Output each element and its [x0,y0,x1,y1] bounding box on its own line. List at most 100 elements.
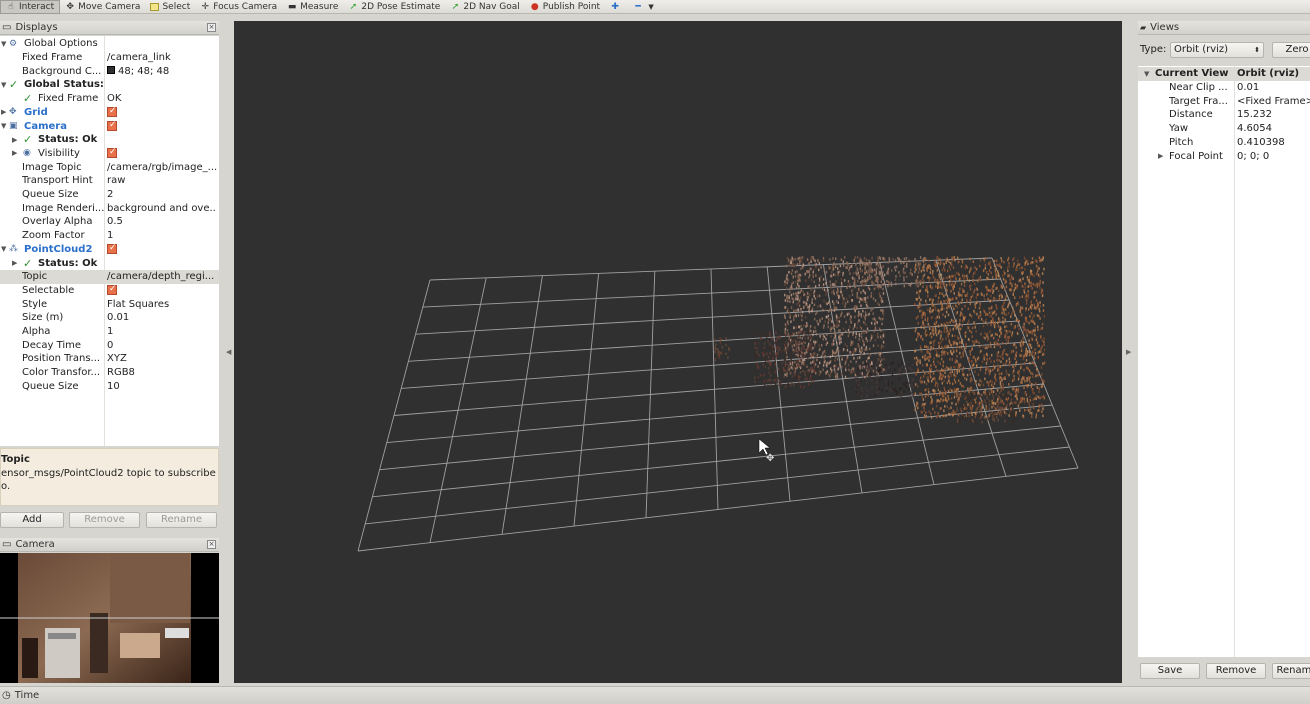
display-row-value[interactable]: 1 [107,230,217,241]
view-row-value[interactable]: 4.6054 [1237,123,1310,134]
view-row[interactable]: Yaw 4.6054 [1138,122,1310,136]
remove-view-button[interactable]: Remove [1206,663,1266,679]
display-row[interactable]: ▼ ▣ Camera [0,119,219,133]
display-row[interactable]: Image Topic/camera/rgb/image_... [0,160,219,174]
display-row[interactable]: Color Transfor... RGB8 [0,366,219,380]
display-row[interactable]: Overlay Alpha 0.5 [0,215,219,229]
view-row-value[interactable]: 0.410398 [1237,137,1310,148]
chevron-right-icon[interactable]: ▶ [12,259,17,267]
view-row[interactable]: ▶ Focal Point 0; 0; 0 [1138,149,1310,163]
display-row-value[interactable]: XYZ [107,353,217,364]
collapse-right-icon[interactable]: ▶ [1126,348,1131,356]
display-row[interactable]: Queue Size 10 [0,380,219,394]
enabled-checkbox[interactable] [107,106,117,117]
move-camera-tool[interactable]: ✥ Move Camera [60,0,145,14]
focus-camera-tool[interactable]: ✛ Focus Camera [195,0,282,14]
display-row-value[interactable]: /camera_link [107,52,217,63]
point-cloud-scene: ✥ [357,256,1079,552]
measure-tool[interactable]: ▬ Measure [282,0,343,14]
remove-tool-button[interactable]: ━ ▼ [628,0,664,14]
display-row[interactable]: Style Flat Squares [0,297,219,311]
publish-point-tool[interactable]: ● Publish Point [525,0,605,14]
display-row-value[interactable] [107,283,217,298]
display-row-value[interactable]: /camera/depth_regi... [107,271,217,282]
display-row[interactable]: ▶ ◉ Visibility [0,147,219,161]
display-row[interactable]: Size (m) 0.01 [0,311,219,325]
select-tool[interactable]: Select [145,0,195,14]
display-row-value[interactable] [107,146,217,161]
chevron-down-icon[interactable]: ▼ [1,245,6,253]
display-row[interactable]: ▶ ✥ Grid [0,106,219,120]
chevron-right-icon[interactable]: ▶ [12,136,17,144]
display-row[interactable]: ▼ ⚙ Global Options [0,37,219,51]
display-row-value[interactable]: /camera/rgb/image_... [107,162,217,173]
view-row-value[interactable]: 15.232 [1237,109,1310,120]
display-row[interactable]: Transport Hint raw [0,174,219,188]
3d-viewport[interactable]: ✥ [234,21,1122,683]
view-row[interactable]: Distance 15.232 [1138,108,1310,122]
display-row[interactable]: Fixed Frame/camera_link [0,51,219,65]
display-row[interactable]: Zoom Factor 1 [0,229,219,243]
view-type-select[interactable]: Orbit (rviz) ⬍ [1170,42,1264,58]
rename-view-button[interactable]: Rename [1272,663,1310,679]
close-icon[interactable]: × [207,23,216,32]
chevron-right-icon[interactable]: ▶ [1158,152,1163,160]
display-row-value[interactable]: 0.01 [107,312,217,323]
display-row[interactable]: Queue Size 2 [0,188,219,202]
collapse-left-icon[interactable]: ◀ [226,348,231,356]
display-row-value[interactable]: 48; 48; 48 [107,65,217,77]
close-icon[interactable]: × [207,540,216,549]
save-view-button[interactable]: Save [1140,663,1200,679]
chevron-down-icon[interactable]: ▼ [1,40,6,48]
display-row[interactable]: Topic/camera/depth_regi... [0,269,219,284]
display-row-value[interactable]: raw [107,175,217,186]
display-row-value[interactable]: Flat Squares [107,299,217,310]
display-row-value[interactable] [107,119,217,134]
view-row[interactable]: ▼ Current View Orbit (rviz) [1138,67,1310,81]
display-row-value[interactable]: OK [107,93,217,104]
remove-display-button[interactable]: Remove [69,512,140,528]
view-row[interactable]: Target Fra... <Fixed Frame> [1138,94,1310,108]
view-row[interactable]: Pitch 0.410398 [1138,136,1310,150]
enabled-checkbox[interactable] [107,147,117,158]
enabled-checkbox[interactable] [107,284,117,295]
add-display-button[interactable]: Add [0,512,64,528]
display-row-value[interactable]: 0 [107,340,217,351]
display-row[interactable]: Image Renderi... background and ove... [0,201,219,215]
enabled-checkbox[interactable] [107,120,117,131]
view-row[interactable]: Near Clip ... 0.01 [1138,81,1310,95]
display-row[interactable]: ▶ ✓ Status: Ok [0,256,219,270]
display-row[interactable]: Decay Time 0 [0,338,219,352]
pose-estimate-tool[interactable]: ➚ 2D Pose Estimate [343,0,445,14]
chevron-down-icon[interactable]: ▼ [1,81,6,89]
chevron-down-icon[interactable]: ▼ [1,122,6,130]
zero-button[interactable]: Zero [1272,42,1310,58]
enabled-checkbox[interactable] [107,243,117,254]
display-row-value[interactable]: 0.5 [107,216,217,227]
nav-goal-tool[interactable]: ➚ 2D Nav Goal [445,0,524,14]
select-icon [150,2,160,11]
display-row-value[interactable]: background and ove... [107,203,217,214]
display-row-value[interactable]: 1 [107,326,217,337]
interact-tool[interactable]: ☝ Interact [0,0,61,14]
display-row[interactable]: ▼ ⁂ PointCloud2 [0,243,219,257]
display-row-value[interactable]: 2 [107,189,217,200]
display-row-value[interactable] [107,242,217,257]
display-row-value[interactable]: RGB8 [107,367,217,378]
display-row[interactable]: ▼✓ Global Status:... [0,78,219,92]
display-row[interactable]: Position Trans... XYZ [0,352,219,366]
chevron-right-icon[interactable]: ▶ [12,149,17,157]
add-tool-button[interactable]: ✚ [605,0,628,14]
display-row[interactable]: Selectable [0,284,219,298]
chevron-right-icon[interactable]: ▶ [1,108,6,116]
chevron-down-icon[interactable]: ▼ [1144,70,1149,78]
display-row[interactable]: ▶ ✓ Status: Ok [0,133,219,147]
display-row-value[interactable]: 10 [107,381,217,392]
display-row[interactable]: Background C... 48; 48; 48 [0,64,219,78]
view-row-value[interactable]: 0.01 [1237,82,1310,93]
rename-display-button[interactable]: Rename [146,512,217,528]
display-row[interactable]: ✓ Fixed Frame OK [0,92,219,106]
view-row-value[interactable]: <Fixed Frame> [1237,96,1310,107]
display-row[interactable]: Alpha 1 [0,325,219,339]
view-row-value[interactable]: 0; 0; 0 [1237,151,1310,162]
